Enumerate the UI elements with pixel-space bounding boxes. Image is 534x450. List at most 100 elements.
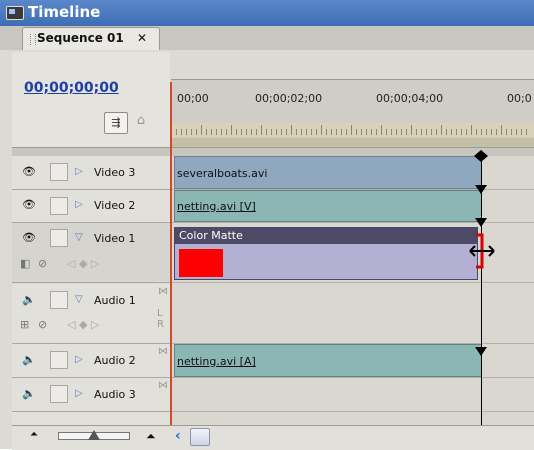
lock-icon[interactable]	[50, 351, 68, 369]
ruler-tick	[221, 129, 222, 135]
ruler-tick	[186, 129, 187, 135]
track-name: Video 2	[94, 199, 136, 212]
keyframe-nav-icon[interactable]: ◁ ◆ ▷	[67, 257, 99, 270]
clip-netting-video[interactable]: netting.avi [V]	[174, 190, 482, 222]
ruler-tick	[416, 129, 417, 135]
track-name: Audio 1	[94, 294, 136, 307]
ruler-tick	[356, 129, 357, 135]
ruler-tick	[406, 129, 407, 135]
keyframe-nav-icon[interactable]: ◁ ◆ ▷	[67, 318, 99, 331]
tab-grip-icon[interactable]	[30, 34, 36, 45]
zoom-out-icon[interactable]: ⏶	[30, 429, 44, 441]
tab-sequence[interactable]: Sequence 01 ✕	[22, 27, 160, 51]
ruler-tick	[381, 125, 382, 135]
clip-label: netting.avi [A]	[177, 355, 256, 368]
lock-icon[interactable]	[50, 229, 68, 247]
playhead-line[interactable]	[170, 82, 172, 432]
snap-toggle-button[interactable]: ⇶	[104, 112, 128, 134]
eye-icon[interactable]: 👁	[20, 165, 38, 179]
ruler-tick	[226, 129, 227, 135]
ruler-tick	[271, 129, 272, 135]
track-header-audio-2[interactable]: 🔈 ▷ Audio 2 ⋈	[12, 344, 172, 378]
ruler-tick	[376, 129, 377, 135]
timeline-window-icon	[6, 6, 24, 20]
lock-icon[interactable]	[50, 385, 68, 403]
lock-icon[interactable]	[50, 163, 68, 181]
collapse-triangle-icon[interactable]: ▽	[75, 294, 83, 305]
speaker-icon[interactable]: 🔈	[20, 293, 38, 307]
track-lane-audio-1[interactable]	[172, 284, 534, 344]
audio-channel-icon: ⋈	[158, 380, 168, 391]
expand-triangle-icon[interactable]: ▷	[75, 199, 83, 210]
ruler-tick	[306, 129, 307, 135]
ruler-tick	[361, 129, 362, 135]
speaker-icon[interactable]: 🔈	[20, 353, 38, 367]
eye-icon[interactable]: 👁	[20, 231, 38, 245]
time-ruler[interactable]: 00;00 00;00;02;00 00;00;04;00 00;0	[171, 79, 534, 139]
ruler-tick	[456, 129, 457, 135]
zoom-in-icon[interactable]: ⏶	[146, 429, 164, 443]
ruler-tick	[261, 125, 262, 135]
track-name: Audio 3	[94, 388, 136, 401]
ruler-tick	[211, 129, 212, 135]
track-header-audio-3[interactable]: 🔈 ▷ Audio 3 ⋈	[12, 378, 172, 412]
ruler-tick	[426, 129, 427, 135]
lock-icon[interactable]	[50, 291, 68, 309]
ruler-tick	[206, 129, 207, 135]
ruler-label: 00;00;02;00	[255, 92, 323, 105]
window-titlebar: Timeline	[0, 0, 534, 26]
ruler-tick	[321, 125, 322, 135]
clip-netting-audio[interactable]: netting.avi [A]	[174, 344, 482, 377]
set-marker-icon[interactable]: ⌂	[134, 113, 148, 131]
clip-label: netting.avi [V]	[177, 200, 256, 213]
timecode-display[interactable]: 00;00;00;00	[24, 80, 119, 96]
speaker-icon[interactable]: 🔈	[20, 387, 38, 401]
ruler-tick	[386, 129, 387, 135]
ruler-tick	[436, 129, 437, 135]
ruler-tick	[286, 129, 287, 135]
ruler-tick	[216, 129, 217, 135]
display-style-icon[interactable]: ◧	[20, 257, 30, 270]
ruler-tick	[481, 129, 482, 135]
ruler-tick	[521, 129, 522, 135]
tab-close-icon[interactable]: ✕	[135, 31, 149, 45]
track-header-audio-1[interactable]: 🔈 ▽ Audio 1 ⋈ LR ⊞ ⊘ ◁ ◆ ▷	[12, 284, 172, 344]
ruler-tick	[441, 125, 442, 135]
marker-triangle-icon	[475, 185, 487, 194]
ruler-tick	[506, 129, 507, 135]
show-keyframes-icon[interactable]: ⊘	[38, 257, 47, 270]
track-header-video-1[interactable]: 👁 ▽ Video 1 ◧ ⊘ ◁ ◆ ▷	[12, 223, 172, 283]
collapse-triangle-icon[interactable]: ▽	[75, 232, 83, 243]
scroll-left-icon[interactable]: ‹	[175, 428, 187, 444]
clip-severalboats[interactable]: severalboats.avi	[174, 156, 482, 189]
track-lane-audio-3[interactable]	[172, 378, 534, 412]
ruler-tick	[446, 129, 447, 135]
ruler-tick	[501, 125, 502, 135]
eye-icon[interactable]: 👁	[20, 198, 38, 212]
ruler-tick	[516, 129, 517, 135]
ruler-tick	[421, 129, 422, 135]
expand-triangle-icon[interactable]: ▷	[75, 354, 83, 365]
ruler-tick	[401, 129, 402, 135]
zoom-slider-thumb[interactable]	[88, 430, 100, 440]
tab-label: Sequence 01	[37, 31, 124, 45]
track-header-video-3[interactable]: 👁 ▷ Video 3	[12, 156, 172, 190]
display-style-icon[interactable]: ⊞	[20, 318, 29, 331]
clip-color-matte[interactable]: Color Matte	[174, 227, 478, 280]
ruler-tick	[201, 125, 202, 135]
ruler-tick	[331, 129, 332, 135]
lock-icon[interactable]	[50, 197, 68, 215]
ruler-tick	[241, 129, 242, 135]
expand-triangle-icon[interactable]: ▷	[75, 166, 83, 177]
audio-channels: LR	[157, 308, 164, 330]
horizontal-scroll-thumb[interactable]	[190, 428, 210, 446]
edit-point-icon	[474, 150, 488, 162]
expand-triangle-icon[interactable]: ▷	[75, 388, 83, 399]
ruler-tick	[266, 129, 267, 135]
show-keyframes-icon[interactable]: ⊘	[38, 318, 47, 331]
ruler-tick-band[interactable]	[171, 123, 534, 137]
ruler-tick	[391, 129, 392, 135]
ruler-tick	[431, 129, 432, 135]
track-header-video-2[interactable]: 👁 ▷ Video 2	[12, 190, 172, 223]
clip-label: Color Matte	[179, 229, 243, 242]
